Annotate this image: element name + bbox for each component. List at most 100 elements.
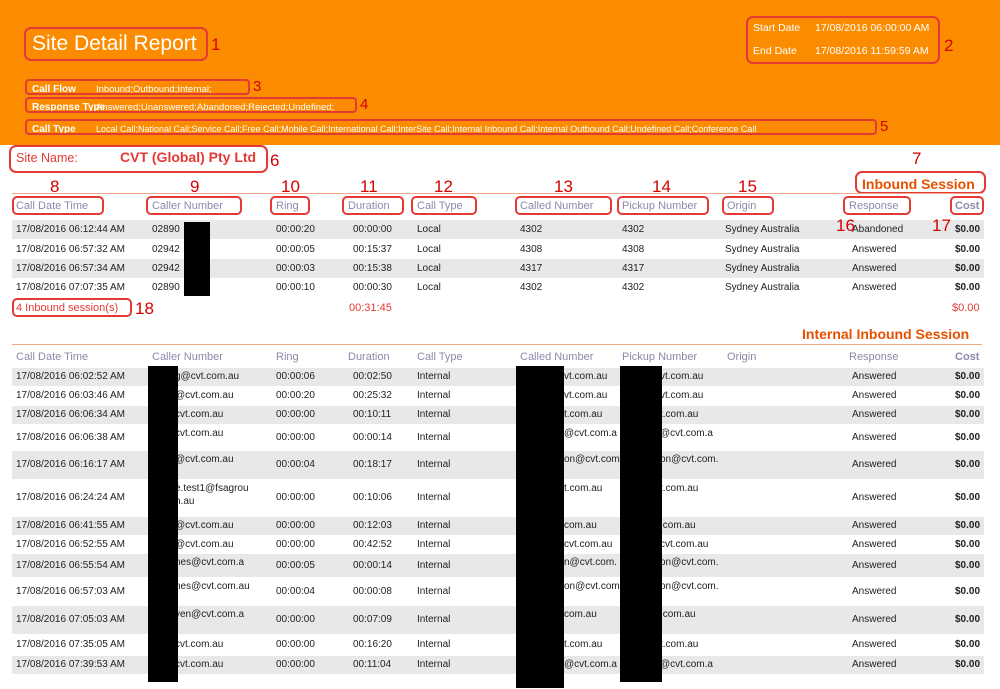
duration-cell: 00:18:17 <box>353 459 392 470</box>
annotation-box-inbound-title <box>855 171 986 194</box>
ring-cell: 00:00:00 <box>276 659 315 670</box>
duration-cell: 00:00:30 <box>353 282 392 293</box>
annotation-number: 2 <box>944 36 954 55</box>
annotation-number: 10 <box>281 177 300 196</box>
ring-cell: 00:00:00 <box>276 409 315 420</box>
duration-cell: 00:25:32 <box>353 390 392 401</box>
col-header-origin: Origin <box>727 351 757 363</box>
date-cell: 17/08/2016 06:41:55 AM <box>16 520 125 531</box>
cost-cell: $0.00 <box>955 492 981 503</box>
caller-cell: 02942 <box>152 263 180 274</box>
cost-cell: $0.00 <box>955 560 981 571</box>
caller-cell: @cvt.com.au <box>175 520 234 531</box>
caller-cell: cvt.com.au <box>175 639 224 650</box>
response-cell: Answered <box>852 586 897 597</box>
response-cell: Answered <box>852 371 897 382</box>
date-cell: 17/08/2016 07:05:03 AM <box>16 614 125 625</box>
annotation-number: 14 <box>652 177 671 196</box>
ring-cell: 00:00:04 <box>276 586 315 597</box>
duration-cell: 00:02:50 <box>353 371 392 382</box>
annotation-box-col-date <box>12 196 104 215</box>
internal-section-title: Internal Inbound Session <box>802 326 970 342</box>
annotation-number: 8 <box>50 177 60 196</box>
ring-cell: 00:00:00 <box>276 492 315 503</box>
date-cell: 17/08/2016 06:55:54 AM <box>16 560 125 571</box>
called-cell: on@cvt.com. <box>564 454 622 465</box>
duration-cell: 00:10:11 <box>353 409 392 420</box>
pickup-cell: 4302 <box>622 282 645 293</box>
report-header: Site Detail Report 1 Start Date 17/08/20… <box>0 0 1000 145</box>
call-type-cell: Local <box>417 244 441 255</box>
origin-cell: Sydney Australia <box>725 263 800 274</box>
cost-cell: $0.00 <box>955 659 981 670</box>
response-cell: Answered <box>852 614 897 625</box>
annotation-box-response-type <box>25 97 357 113</box>
redaction-bar <box>516 366 564 688</box>
pickup-cell: vt.com.au <box>660 390 704 401</box>
duration-cell: 00:15:38 <box>353 263 392 274</box>
response-cell: Answered <box>852 459 897 470</box>
redaction-bar <box>620 366 662 682</box>
annotation-box-session-count <box>12 298 132 317</box>
inbound-total-duration: 00:31:45 <box>349 302 392 314</box>
call-type-cell: Internal <box>417 459 451 470</box>
duration-cell: 00:10:06 <box>353 492 392 503</box>
called-cell: 4302 <box>520 224 543 235</box>
ring-cell: 00:00:00 <box>276 539 315 550</box>
col-header-date: Call Date Time <box>16 351 89 363</box>
call-type-cell: Internal <box>417 432 451 443</box>
response-cell: Answered <box>852 244 897 255</box>
pickup-cell: on@cvt.com. <box>660 581 719 592</box>
annotation-box-col-pickup <box>617 196 709 215</box>
ring-cell: 00:00:00 <box>276 614 315 625</box>
call-type-cell: Internal <box>417 371 451 382</box>
pickup-cell: .com.au <box>660 609 696 620</box>
duration-cell: 00:11:04 <box>353 659 392 670</box>
duration-cell: 00:16:20 <box>353 639 392 650</box>
response-cell: Answered <box>852 539 897 550</box>
caller-cell: nes@cvt.com.a <box>175 557 245 568</box>
cost-cell: $0.00 <box>955 459 981 470</box>
annotation-number: 7 <box>912 149 922 168</box>
date-cell: 17/08/2016 06:57:34 AM <box>16 263 125 274</box>
annotation-number: 12 <box>434 177 453 196</box>
redaction-bar <box>184 222 210 296</box>
pickup-cell: on@cvt.com. <box>660 557 719 568</box>
call-type-cell: Internal <box>417 539 451 550</box>
table-row: 17/08/2016 07:07:35 AM 02890 00:00:10 00:00… <box>12 278 984 297</box>
header-rule <box>12 193 982 194</box>
annotation-number: 5 <box>880 118 889 135</box>
section-rule <box>12 344 982 345</box>
duration-cell: 00:12:03 <box>353 520 392 531</box>
annotation-box-dates <box>746 16 940 64</box>
pickup-cell: vt.com.au <box>660 371 704 382</box>
cost-cell: $0.00 <box>955 614 981 625</box>
call-type-cell: Internal <box>417 520 451 531</box>
caller-cell: cvt.com.au <box>175 428 224 439</box>
call-type-cell: Internal <box>417 492 451 503</box>
date-cell: 17/08/2016 07:35:05 AM <box>16 639 125 650</box>
origin-cell: Sydney Australia <box>725 282 800 293</box>
annotation-box-call-flow <box>25 79 250 95</box>
called-cell: @cvt.com.a <box>564 428 617 439</box>
cost-cell: $0.00 <box>955 390 981 401</box>
col-header-ring: Ring <box>276 351 299 363</box>
origin-cell: Sydney Australia <box>725 224 800 235</box>
called-cell: t.com.au <box>564 639 603 650</box>
duration-cell: 00:00:14 <box>353 560 392 571</box>
date-cell: 17/08/2016 06:06:38 AM <box>16 432 125 443</box>
table-row: 17/08/2016 06:57:34 AM 02942 00:00:03 00:15… <box>12 259 984 278</box>
duration-cell: 00:00:00 <box>353 224 392 235</box>
cost-cell: $0.00 <box>955 539 981 550</box>
ring-cell: 00:00:10 <box>276 282 315 293</box>
cost-cell: $0.00 <box>955 371 981 382</box>
annotation-number: 16 <box>836 216 855 235</box>
annotation-number: 17 <box>932 216 951 235</box>
caller-cell: e.test1@fsagrou <box>175 483 249 494</box>
call-type-cell: Local <box>417 224 441 235</box>
pickup-cell: 4302 <box>622 224 645 235</box>
response-cell: Answered <box>852 659 897 670</box>
ring-cell: 00:00:20 <box>276 390 315 401</box>
inbound-total-cost: $0.00 <box>952 302 980 314</box>
pickup-cell: @cvt.com.a <box>660 659 713 670</box>
